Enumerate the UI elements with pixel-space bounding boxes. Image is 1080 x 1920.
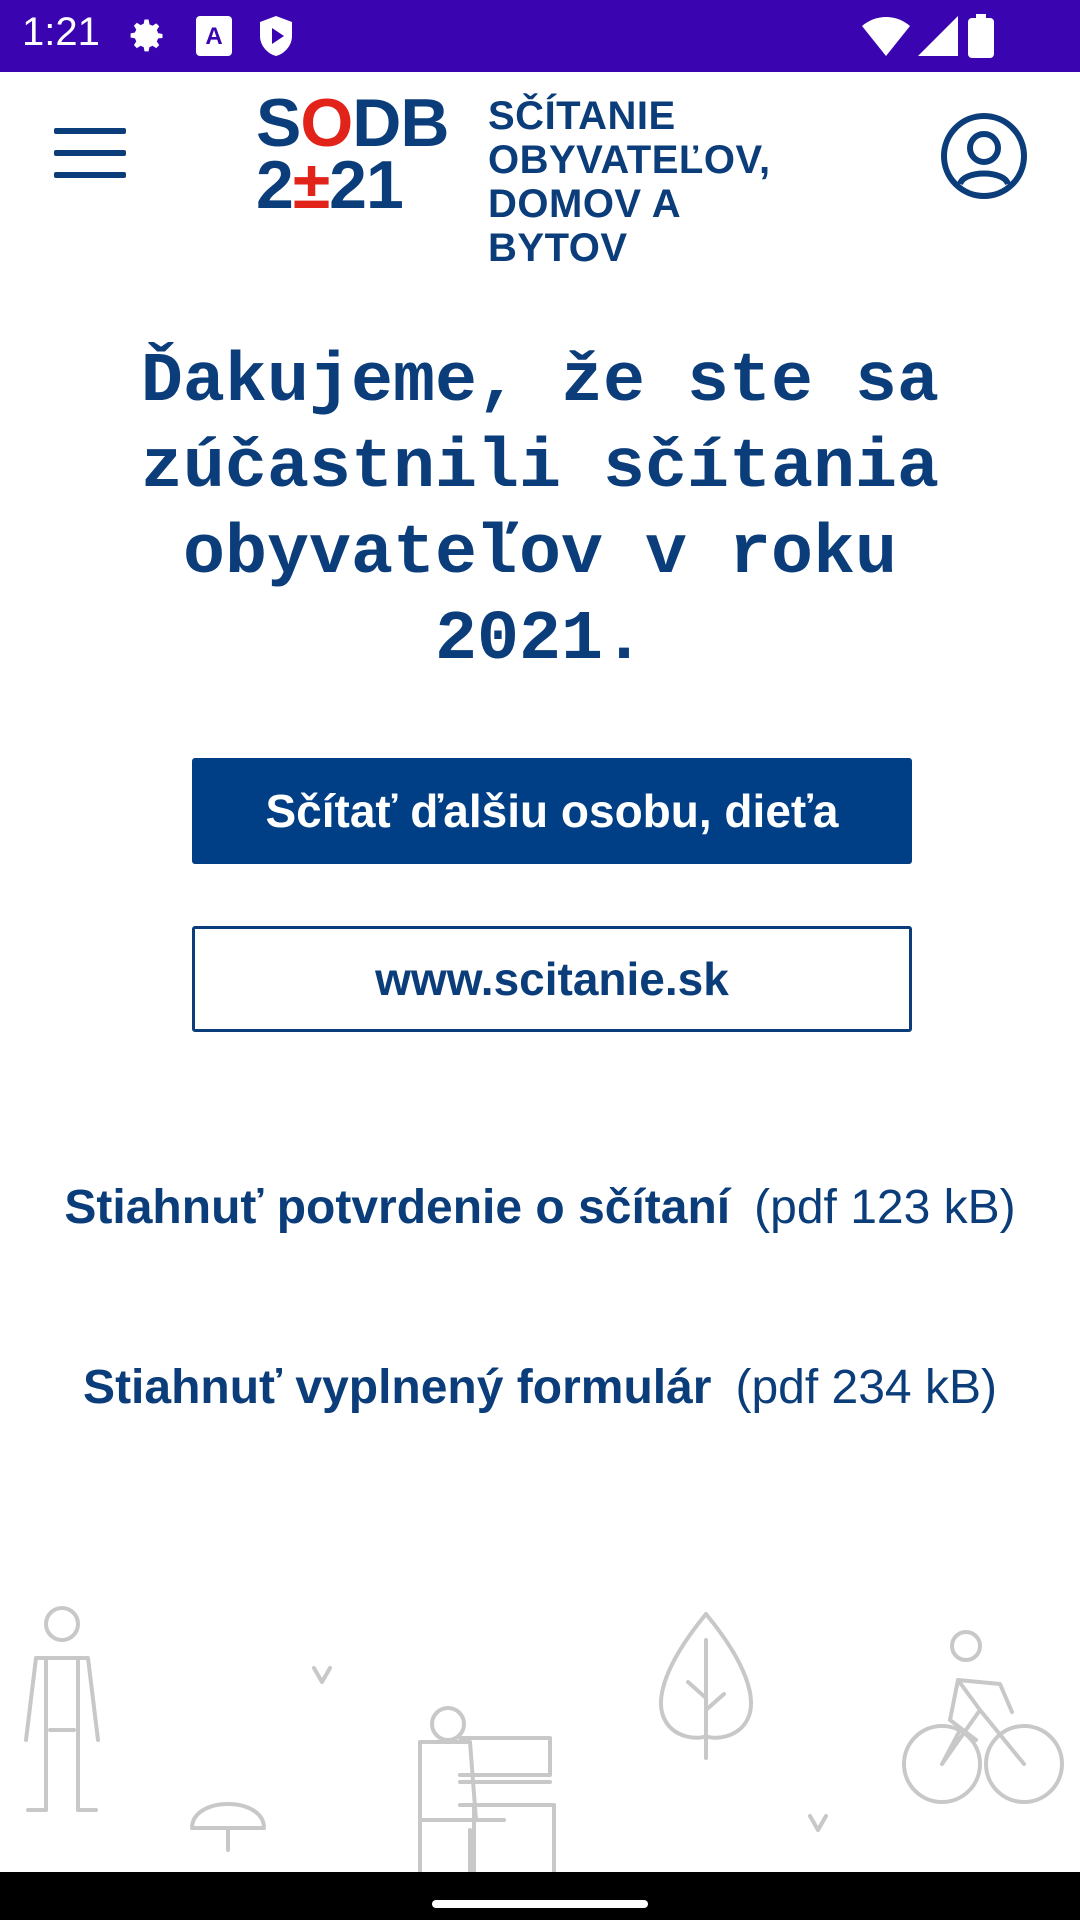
download-confirmation-link[interactable]: Stiahnuť potvrdenie o sčítaní	[64, 1181, 730, 1234]
hamburger-menu-icon	[54, 128, 134, 178]
small-tree-icon	[190, 1802, 266, 1852]
user-profile-icon	[941, 113, 1027, 199]
leaf-tree-icon	[659, 1612, 753, 1760]
sodb-logo: SODB 2±21 SČÍTANIE OBYVATEĽOV, DOMOV A B…	[256, 85, 826, 270]
gesture-home-handle[interactable]	[432, 1900, 648, 1908]
svg-text:A: A	[205, 23, 222, 50]
bird-icon	[312, 1666, 332, 1684]
logo-text-line: OBYVATEĽOV,	[488, 138, 771, 182]
count-another-person-button[interactable]: Sčítať ďalšiu osobu, dieťa	[192, 758, 912, 864]
thank-you-headline: Ďakujeme, že ste sa zúčastnili sčítania …	[140, 343, 940, 680]
bird-icon	[808, 1814, 828, 1832]
logo-mark: SODB 2±21	[256, 85, 451, 232]
battery-icon	[968, 14, 994, 58]
logo-text: SČÍTANIE OBYVATEĽOV, DOMOV A BYTOV	[488, 94, 826, 270]
logo-text-line: SČÍTANIE	[488, 94, 676, 138]
logo-mark-line2: 2±21	[256, 147, 404, 223]
shield-play-icon	[260, 16, 292, 56]
download-form-row: Stiahnuť vyplnený formulár (pdf 234 kB)	[0, 1360, 1080, 1415]
cyclist-icon	[902, 1630, 1064, 1804]
website-link-button[interactable]: www.scitanie.sk	[192, 926, 912, 1032]
status-bar: 1:21 A	[0, 0, 1080, 72]
signal-icon	[918, 16, 958, 56]
status-time: 1:21	[22, 10, 100, 54]
system-nav-bar	[0, 1872, 1080, 1920]
logo-mark-line1: SODB	[256, 85, 449, 161]
download-confirmation-size: (pdf 123 kB)	[754, 1181, 1016, 1234]
profile-button[interactable]	[940, 112, 1028, 200]
standing-person-icon	[24, 1606, 100, 1812]
download-form-link[interactable]: Stiahnuť vyplnený formulár	[83, 1361, 711, 1414]
decorative-illustration	[24, 1606, 1064, 1872]
menu-button[interactable]	[54, 128, 134, 188]
download-form-size: (pdf 234 kB)	[735, 1361, 997, 1414]
logo-text-line: DOMOV A BYTOV	[488, 182, 680, 270]
accessibility-a-icon: A	[196, 16, 232, 56]
wifi-icon	[862, 17, 910, 56]
settings-icon	[130, 19, 163, 52]
person-on-bench-icon	[418, 1706, 556, 1872]
download-confirmation-row: Stiahnuť potvrdenie o sčítaní (pdf 123 kB…	[0, 1180, 1080, 1235]
